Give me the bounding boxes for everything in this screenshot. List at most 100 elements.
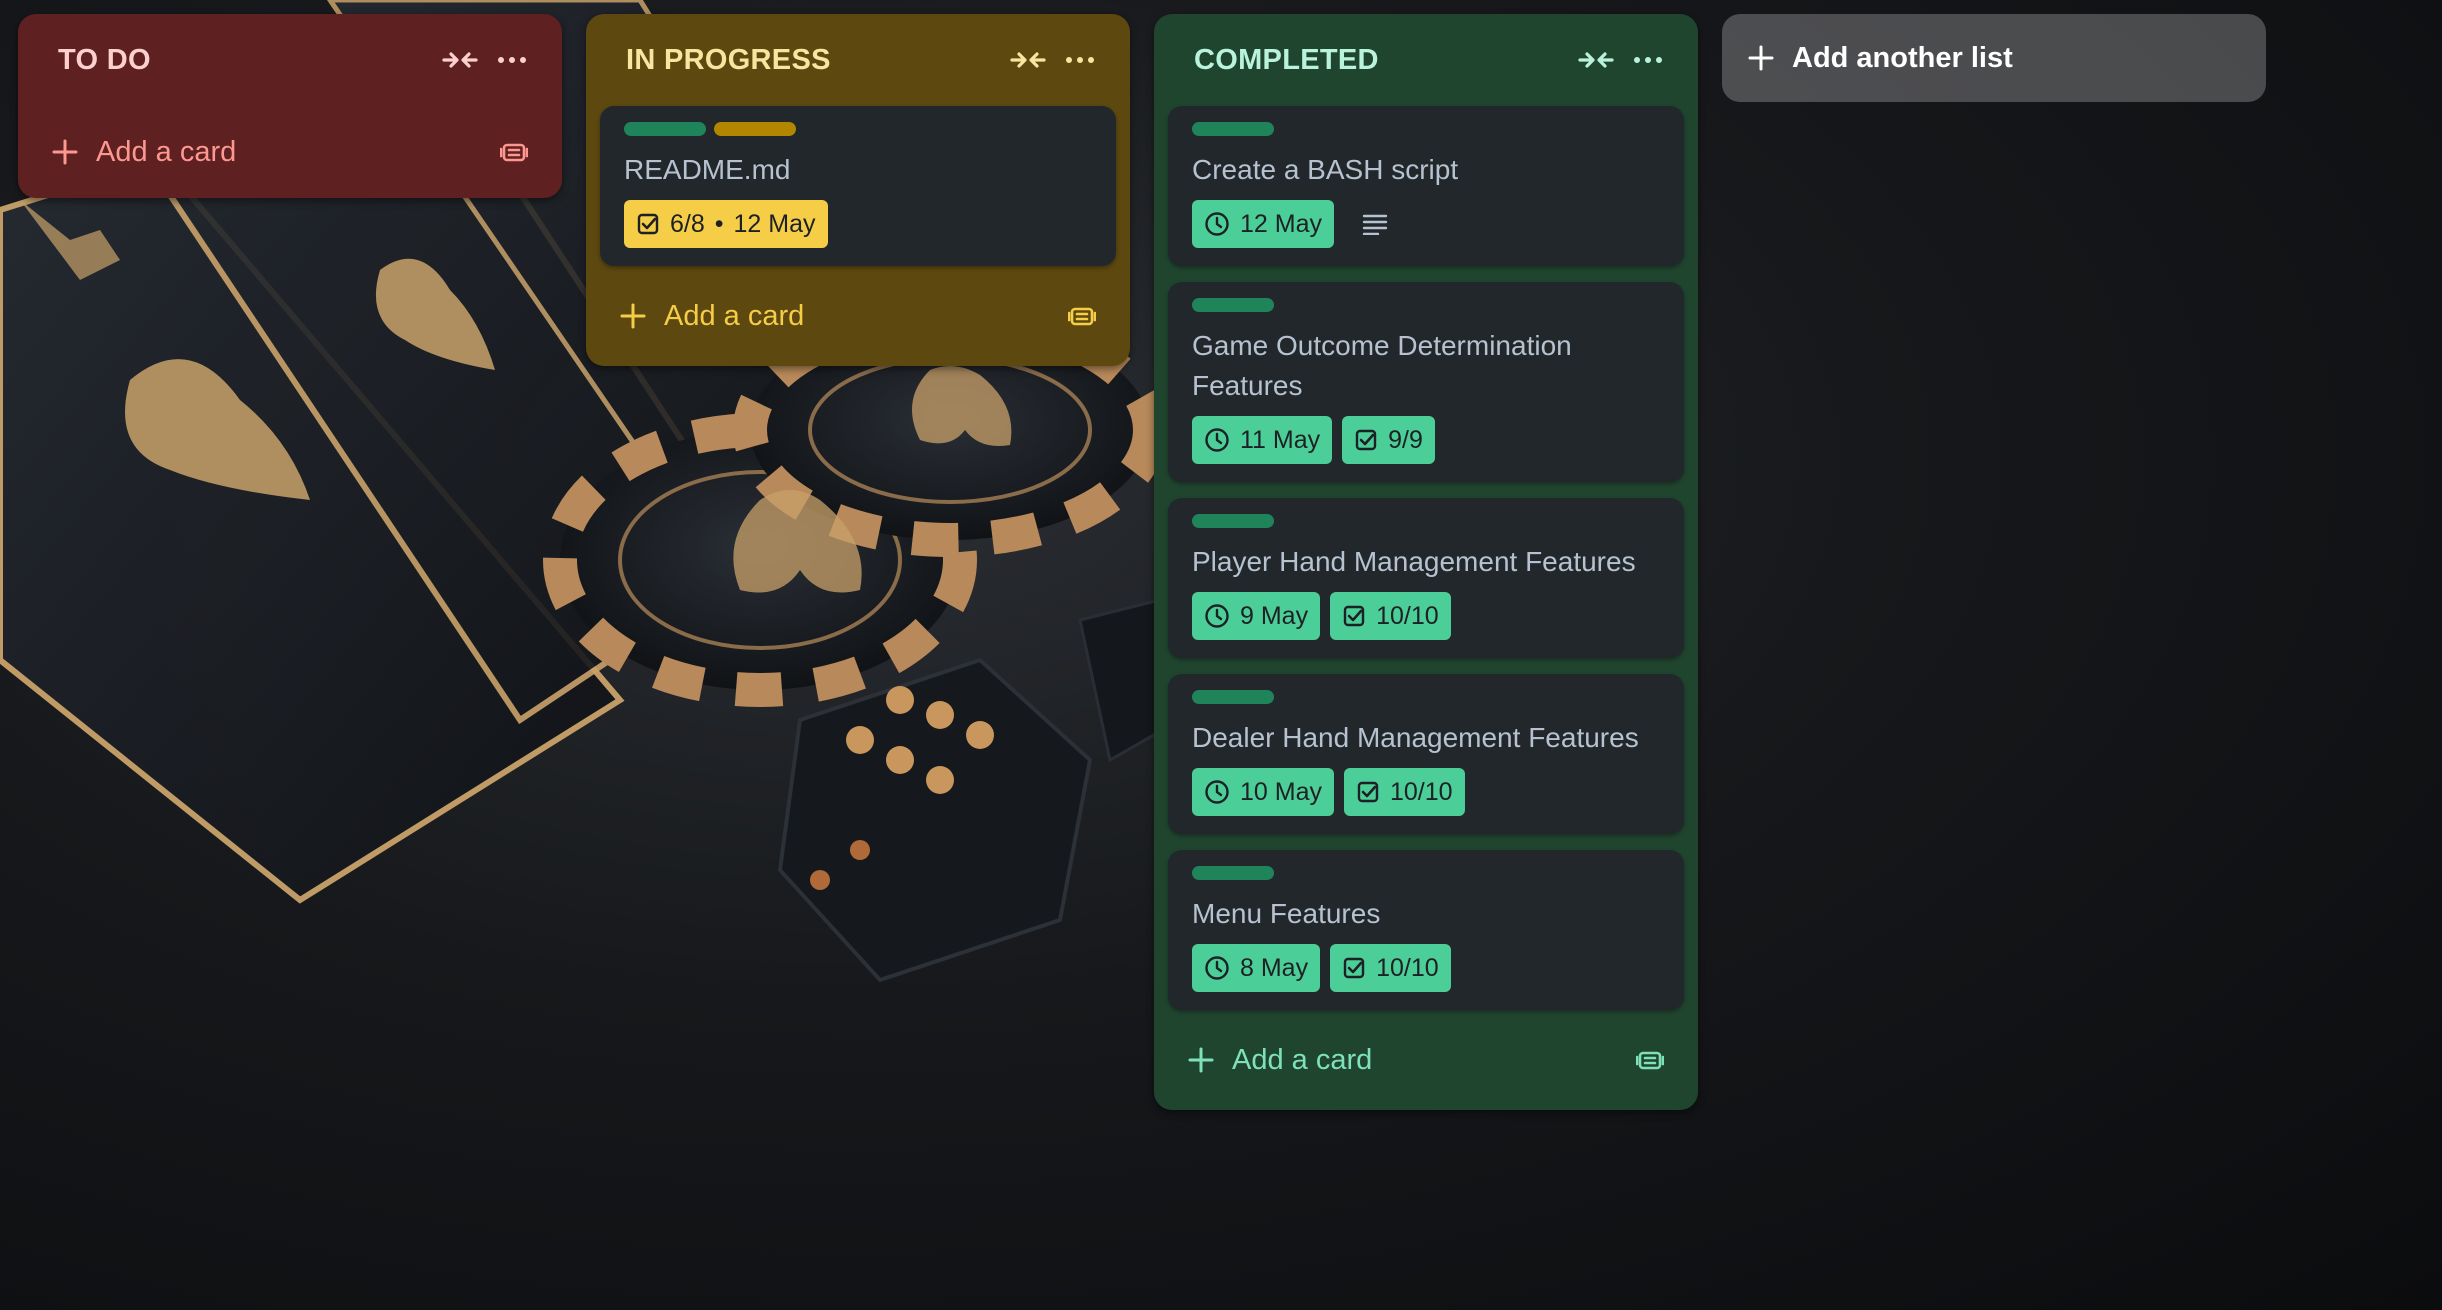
due-date-badge[interactable]: 10 May: [1192, 768, 1334, 816]
checklist-count: 10/10: [1376, 601, 1439, 630]
due-date: 9 May: [1240, 601, 1309, 630]
collapse-list-button[interactable]: [1570, 34, 1622, 86]
due-date: 12 May: [1240, 209, 1322, 238]
card-readme[interactable]: README.md 6/8 • 12 May: [600, 106, 1116, 266]
card-labels: [1192, 122, 1660, 136]
card-template-icon: [1068, 307, 1096, 326]
plus-icon: [620, 303, 646, 329]
list-todo: TO DO Add a card: [18, 14, 562, 198]
card-template-icon: [500, 143, 528, 162]
card-player-hand[interactable]: Player Hand Management Features 9 May 10…: [1168, 498, 1684, 658]
checklist-count: 6/8: [670, 209, 705, 238]
checklist-count: 10/10: [1376, 953, 1439, 982]
card-list: Create a BASH script 12 May Game Outcome…: [1154, 106, 1698, 1010]
checklist-badge[interactable]: 10/10: [1343, 768, 1465, 816]
label-yellow[interactable]: [714, 122, 796, 136]
card-menu-features[interactable]: Menu Features 8 May 10/10: [1168, 850, 1684, 1010]
card-bash-script[interactable]: Create a BASH script 12 May: [1168, 106, 1684, 266]
collapse-list-button[interactable]: [1002, 34, 1054, 86]
list-header: IN PROGRESS: [586, 14, 1130, 106]
due-date: 11 May: [1240, 425, 1321, 454]
clock-icon: [1205, 780, 1229, 804]
add-card-button[interactable]: Add a card: [1154, 1010, 1698, 1110]
checkbox-icon: [1357, 781, 1379, 803]
list-header: TO DO: [18, 14, 562, 106]
checkbox-icon: [1343, 957, 1365, 979]
card-labels: [624, 122, 1092, 136]
add-card-button[interactable]: Add a card: [18, 106, 562, 198]
add-card-label: Add a card: [1232, 1043, 1373, 1076]
card-badges: 11 May 9/9: [1192, 416, 1660, 464]
list-header: COMPLETED: [1154, 14, 1698, 106]
card-labels: [1192, 866, 1660, 880]
card-badges: 9 May 10/10: [1192, 592, 1660, 640]
create-from-template-button[interactable]: [1058, 292, 1106, 340]
create-from-template-button[interactable]: [1626, 1036, 1674, 1084]
checklist-badge[interactable]: 10/10: [1330, 944, 1451, 992]
label-green[interactable]: [1192, 298, 1274, 312]
list-menu-button[interactable]: [1054, 34, 1106, 86]
clock-icon: [1205, 212, 1229, 236]
add-card-label: Add a card: [96, 135, 237, 168]
due-date: 10 May: [1240, 777, 1322, 806]
checkbox-icon: [637, 213, 659, 235]
add-another-list-button[interactable]: Add another list: [1722, 14, 2266, 102]
checklist-count: 10/10: [1389, 777, 1453, 806]
card-title: Menu Features: [1192, 898, 1381, 929]
card-badges: 8 May 10/10: [1192, 944, 1660, 992]
add-card-label: Add a card: [664, 299, 805, 332]
card-title: Game Outcome Determination Features: [1192, 330, 1572, 401]
checklist-badge[interactable]: 10/10: [1330, 592, 1451, 640]
card-badges: 12 May: [1192, 200, 1660, 248]
badge-separator: •: [714, 209, 724, 238]
due-date-badge[interactable]: 11 May: [1192, 416, 1333, 464]
collapse-arrows-icon: [442, 52, 478, 68]
card-badges: 10 May 10/10: [1192, 768, 1660, 816]
clock-icon: [1205, 604, 1229, 628]
card-labels: [1192, 514, 1660, 528]
plus-icon: [1188, 1047, 1214, 1073]
list-menu-button[interactable]: [1622, 34, 1674, 86]
checklist-due-badge[interactable]: 6/8 • 12 May: [624, 200, 828, 248]
collapse-list-button[interactable]: [434, 34, 486, 86]
card-game-outcome[interactable]: Game Outcome Determination Features 11 M…: [1168, 282, 1684, 482]
card-title: README.md: [624, 154, 791, 185]
collapse-arrows-icon: [1010, 52, 1046, 68]
checklist-badge[interactable]: 9/9: [1342, 416, 1435, 464]
label-green[interactable]: [1192, 514, 1274, 528]
more-horizontal-icon: [1634, 57, 1662, 63]
add-list-label: Add another list: [1792, 41, 2013, 74]
label-green[interactable]: [624, 122, 706, 136]
create-from-template-button[interactable]: [490, 128, 538, 176]
card-title: Player Hand Management Features: [1192, 546, 1636, 577]
label-green[interactable]: [1192, 866, 1274, 880]
list-completed: COMPLETED Create a BASH script 12 May Ga…: [1154, 14, 1698, 1110]
checklist-count: 9/9: [1388, 425, 1423, 454]
clock-icon: [1205, 956, 1229, 980]
due-date: 8 May: [1240, 953, 1309, 982]
card-labels: [1192, 298, 1660, 312]
more-horizontal-icon: [498, 57, 526, 63]
plus-icon: [52, 139, 78, 165]
card-title: Create a BASH script: [1192, 154, 1459, 185]
list-menu-button[interactable]: [486, 34, 538, 86]
card-template-icon: [1636, 1051, 1664, 1070]
card-title: Dealer Hand Management Features: [1192, 722, 1639, 753]
card-dealer-hand[interactable]: Dealer Hand Management Features 10 May 1…: [1168, 674, 1684, 834]
checkbox-icon: [1343, 605, 1365, 627]
more-horizontal-icon: [1066, 57, 1094, 63]
list-in-progress: IN PROGRESS README.md 6/8 • 12 May Add a…: [586, 14, 1130, 366]
list-title[interactable]: TO DO: [58, 44, 434, 77]
collapse-arrows-icon: [1578, 52, 1614, 68]
label-green[interactable]: [1192, 690, 1274, 704]
card-labels: [1192, 690, 1660, 704]
due-date-badge[interactable]: 8 May: [1192, 944, 1321, 992]
add-card-button[interactable]: Add a card: [586, 266, 1130, 366]
due-date-badge[interactable]: 12 May: [1192, 200, 1334, 248]
due-date: 12 May: [733, 209, 816, 238]
list-title[interactable]: COMPLETED: [1194, 44, 1570, 77]
list-title[interactable]: IN PROGRESS: [626, 44, 1002, 77]
due-date-badge[interactable]: 9 May: [1192, 592, 1321, 640]
label-green[interactable]: [1192, 122, 1274, 136]
checkbox-icon: [1355, 429, 1377, 451]
